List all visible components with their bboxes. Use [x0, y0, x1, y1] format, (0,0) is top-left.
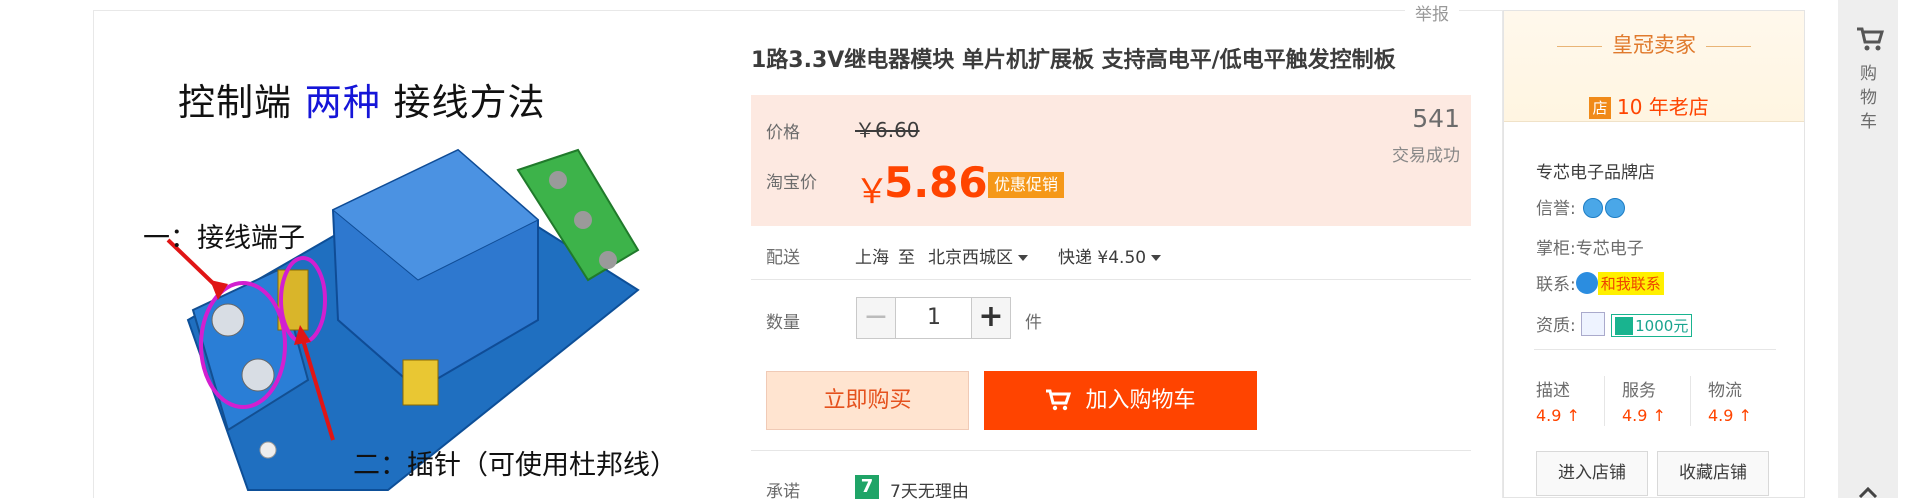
diamond-icon: [1583, 198, 1604, 218]
divider: [1604, 376, 1605, 426]
chevron-up-icon[interactable]: [1858, 486, 1878, 498]
taobao-price-label: 淘宝价: [766, 173, 817, 193]
shipping-selector[interactable]: 快递 ¥4.50: [1058, 243, 1162, 268]
qualification-row: 资质: 1000元: [1536, 311, 1693, 337]
score-value-logistics: 4.9 ↑: [1708, 406, 1752, 425]
contact-button[interactable]: 和我联系: [1597, 272, 1664, 295]
shop-name[interactable]: 专芯电子品牌店: [1536, 158, 1655, 183]
divider: [1534, 349, 1776, 350]
score-label-service: 服务: [1622, 381, 1656, 401]
promise-label: 承诺: [766, 482, 800, 502]
divider: [751, 279, 1471, 280]
current-price: 5.86: [884, 158, 988, 207]
chevron-down-icon: [1018, 255, 1029, 261]
ship-to-word: 至: [898, 248, 915, 268]
divider: [751, 450, 1471, 451]
store-icon: 店: [1589, 97, 1611, 119]
qty-plus-button[interactable]: +: [971, 297, 1011, 339]
toolbar-cart-label[interactable]: 购物车: [1860, 62, 1878, 134]
original-price: ￥6.60: [855, 118, 920, 142]
product-image[interactable]: 控制端 两种 接线方法 一：接线端子 二：插针（可使用杜邦线）: [118, 20, 698, 498]
ship-from: 上海: [855, 248, 889, 268]
promo-badge: 优惠促销: [988, 172, 1065, 198]
contact-row: 联系: 和我联系: [1536, 270, 1664, 295]
sales-count: 541: [1412, 104, 1460, 133]
ship-to-selector[interactable]: 北京西城区: [928, 243, 1029, 268]
quantity-input[interactable]: 1: [896, 297, 972, 339]
report-link[interactable]: 举报: [1405, 0, 1459, 25]
buy-now-button[interactable]: 立即购买: [766, 371, 969, 430]
shop-header: 皇冠卖家 店 10 年老店: [1504, 11, 1804, 122]
score-value-service: 4.9 ↑: [1622, 406, 1666, 425]
diamond-icon: [1605, 198, 1626, 218]
score-label-logistics: 物流: [1708, 381, 1742, 401]
score-label-desc: 描述: [1536, 381, 1570, 401]
seven-day-icon: 7: [855, 475, 879, 499]
promise-text: 7天无理由: [890, 482, 969, 502]
shield-icon: [1615, 317, 1634, 335]
product-title: 1路3.3V继电器模块 单片机扩展板 支持高电平/低电平触发控制板: [751, 48, 1396, 73]
favorite-shop-button[interactable]: 收藏店铺: [1657, 451, 1769, 496]
cart-icon: [1046, 389, 1072, 411]
chevron-down-icon: [1151, 255, 1162, 261]
bond-badge[interactable]: 1000元: [1611, 314, 1693, 337]
cart-icon: [1857, 27, 1885, 51]
image-label-pin: 二：插针（可使用杜邦线）: [353, 450, 677, 481]
divider: [1690, 376, 1691, 426]
price-label: 价格: [766, 123, 800, 143]
right-toolbar: 购物车: [1838, 0, 1898, 498]
quantity-unit: 件: [1025, 313, 1042, 333]
enter-shop-button[interactable]: 进入店铺: [1536, 451, 1648, 496]
delivery-label: 配送: [766, 248, 800, 268]
keeper-row: 掌柜:专芯电子: [1536, 239, 1644, 259]
image-label-terminal: 一：接线端子: [143, 223, 305, 254]
shop-age: 店 10 年老店: [1589, 91, 1709, 120]
credit-row: 信誉:: [1536, 194, 1626, 219]
toolbar-cart-button[interactable]: [1856, 26, 1885, 56]
sales-label: 交易成功: [1392, 146, 1460, 166]
score-value-desc: 4.9 ↑: [1536, 406, 1580, 425]
qty-minus-button[interactable]: −: [856, 297, 896, 339]
image-headline: 控制端 两种 接线方法: [178, 81, 546, 124]
wangwang-icon: [1575, 272, 1598, 294]
certificate-icon[interactable]: [1581, 312, 1606, 336]
crown-seller-title: 皇冠卖家: [1504, 29, 1804, 59]
add-to-cart-button[interactable]: 加入购物车: [984, 371, 1257, 430]
quantity-label: 数量: [766, 313, 800, 333]
shop-panel: 皇冠卖家 店 10 年老店 专芯电子品牌店 信誉: 掌柜:专芯电子 联系: 和我联系…: [1503, 10, 1805, 498]
